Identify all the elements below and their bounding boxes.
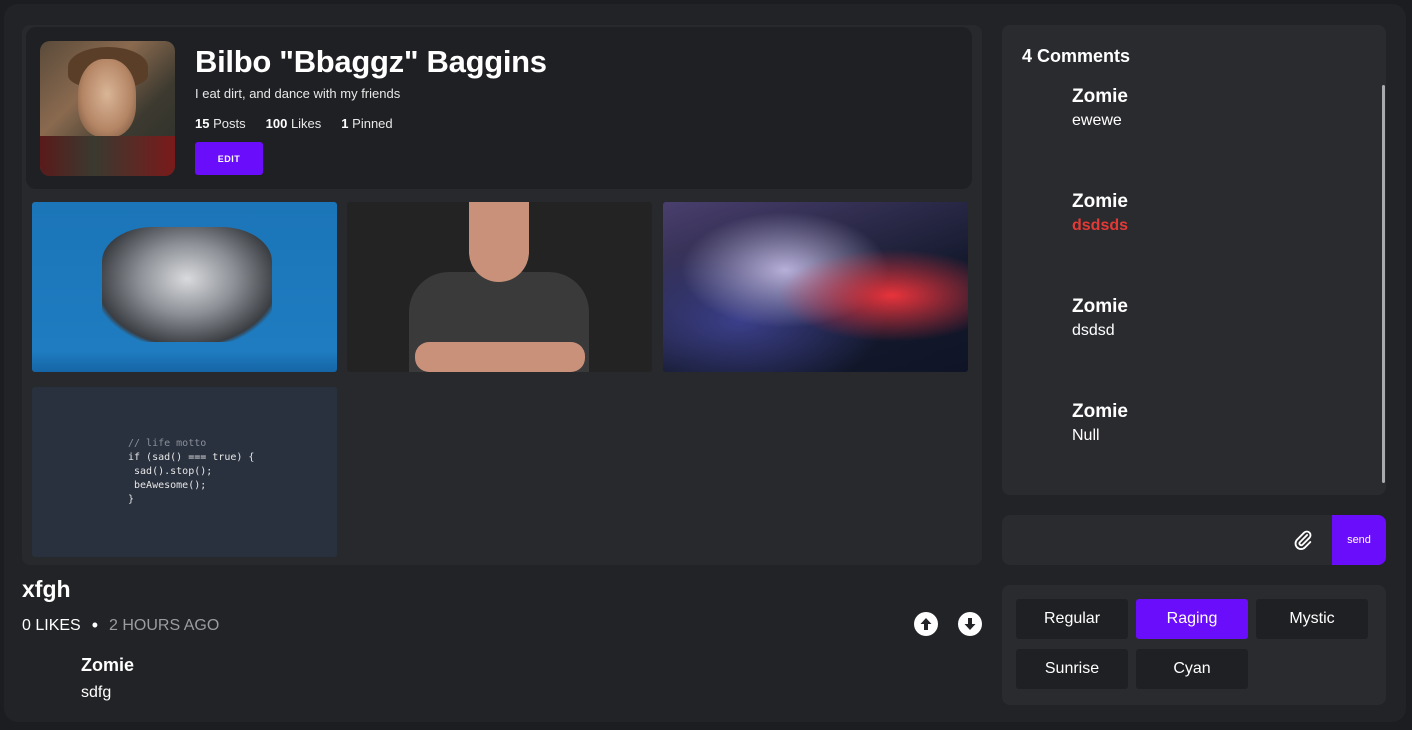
comment-text: dsdsd: [1072, 322, 1115, 339]
comments-title: 4 Comments: [1022, 46, 1131, 66]
meta-separator: •: [91, 615, 99, 635]
stat-posts-label: Posts: [213, 116, 246, 131]
post-body: sdfg: [81, 684, 112, 701]
theme-raging-button[interactable]: Raging: [1136, 599, 1248, 639]
profile-stats: 15 Posts 100 Likes 1 Pinned: [195, 116, 393, 131]
comment-text: dsdsds: [1072, 217, 1129, 234]
code-snippet: // life motto if (sad() === true) { sad(…: [128, 437, 254, 507]
code-lines: if (sad() === true) { sad().stop(); beAw…: [128, 452, 255, 505]
comment-author: Zomie: [1072, 401, 1128, 422]
avatar: [40, 41, 175, 176]
engine-image: [102, 227, 272, 342]
comments-scrollbar[interactable]: [1382, 85, 1385, 483]
stat-posts: 15 Posts: [195, 116, 246, 131]
stat-pinned: 1 Pinned: [341, 116, 392, 131]
downvote-button[interactable]: [958, 612, 982, 636]
gallery-image-person[interactable]: [347, 202, 652, 372]
comment-text: Null: [1072, 427, 1100, 444]
arrow-up-icon: [920, 618, 932, 630]
code-comment: // life motto: [128, 438, 207, 449]
post-title: xfgh: [22, 576, 71, 602]
avatar-face: [78, 59, 136, 137]
post-meta: 0 LIKES • 2 HOURS AGO: [22, 615, 219, 636]
comments-panel: [1002, 25, 1386, 495]
stat-pinned-label: Pinned: [352, 116, 393, 131]
profile-name: Bilbo "Bbaggz" Baggins: [195, 44, 547, 79]
post-likes: 0 LIKES: [22, 616, 81, 634]
comment-author: Zomie: [1072, 296, 1128, 317]
stat-pinned-value: 1: [341, 116, 349, 131]
stat-likes: 100 Likes: [266, 116, 322, 131]
edit-profile-button[interactable]: EDIT: [195, 142, 263, 175]
avatar-coat: [40, 136, 175, 176]
attach-button[interactable]: [1292, 529, 1314, 551]
person-arms: [415, 342, 585, 372]
gallery-image-code[interactable]: // life motto if (sad() === true) { sad(…: [32, 387, 337, 557]
arrow-down-icon: [964, 618, 976, 630]
upvote-button[interactable]: [914, 612, 938, 636]
theme-sunrise-button[interactable]: Sunrise: [1016, 649, 1128, 689]
gallery-image-abstract[interactable]: [663, 202, 968, 372]
stat-posts-value: 15: [195, 116, 210, 131]
stat-likes-value: 100: [265, 116, 288, 131]
send-button[interactable]: send: [1332, 515, 1386, 565]
comment-author: Zomie: [1072, 191, 1128, 212]
person-head: [469, 202, 529, 282]
paperclip-icon: [1294, 530, 1312, 550]
post-author: Zomie: [81, 655, 135, 675]
gallery-image-engine[interactable]: [32, 202, 337, 372]
theme-cyan-button[interactable]: Cyan: [1136, 649, 1248, 689]
theme-mystic-button[interactable]: Mystic: [1256, 599, 1368, 639]
comment-text: ewewe: [1072, 112, 1122, 129]
post-time: 2 HOURS AGO: [109, 616, 220, 634]
theme-regular-button[interactable]: Regular: [1016, 599, 1128, 639]
comment-input[interactable]: [1012, 520, 1286, 562]
stat-likes-label: Likes: [290, 116, 322, 131]
comment-author: Zomie: [1072, 86, 1128, 107]
profile-bio: I eat dirt, and dance with my friends: [195, 86, 401, 101]
